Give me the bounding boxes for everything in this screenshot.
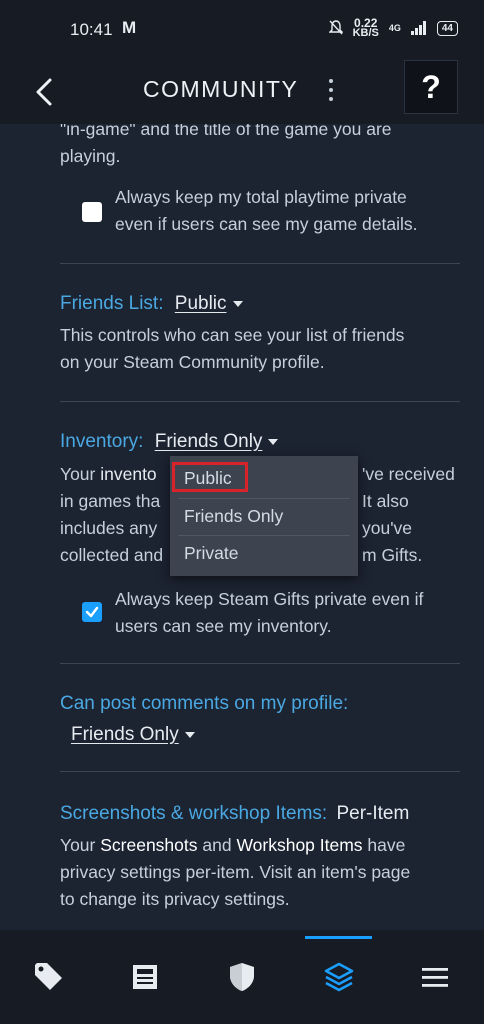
signal-icon: [410, 21, 426, 35]
game-details-desc: "in-game" and the title of the game you …: [60, 124, 392, 166]
back-arrow-icon[interactable]: [28, 72, 64, 112]
caret-down-icon: [232, 300, 243, 307]
screenshots-label: Screenshots & workshop Items:: [60, 803, 328, 824]
divider: [60, 663, 460, 664]
menu-option-private[interactable]: Private: [170, 535, 358, 571]
inventory-setting: Inventory: Friends Only: [60, 428, 279, 455]
app-header: COMMUNITY ?: [0, 60, 484, 124]
comments-label: Can post comments on my profile:: [60, 693, 349, 714]
status-bar: 10:41 M 0.22 KB/S 4G 44: [0, 0, 484, 60]
privacy-dropdown-menu: Public Friends Only Private: [170, 456, 358, 576]
network-speed: 0.22 KB/S: [352, 17, 379, 39]
screenshots-value: Per-Item: [336, 803, 410, 824]
gifts-private-label: Always keep Steam Gifts private even if …: [115, 589, 424, 636]
friends-list-dropdown[interactable]: Public: [175, 293, 243, 314]
inventory-label: Inventory:: [60, 431, 144, 452]
speed-unit: KB/S: [352, 27, 379, 39]
help-button[interactable]: ?: [404, 60, 458, 114]
caret-down-icon: [184, 731, 195, 738]
bottom-nav: [0, 930, 484, 1024]
caret-down-icon: [268, 438, 279, 445]
playtime-private-checkbox[interactable]: [82, 202, 102, 222]
friends-list-setting: Friends List: Public: [60, 290, 243, 317]
battery-indicator: 44: [436, 20, 458, 36]
playtime-private-label: Always keep my total playtime private ev…: [115, 187, 418, 234]
tag-icon[interactable]: [32, 960, 66, 994]
gifts-private-checkbox[interactable]: [82, 602, 102, 622]
bell-muted-icon: [328, 20, 343, 35]
news-icon[interactable]: [128, 960, 162, 994]
network-type: 4G: [388, 23, 401, 33]
screenshots-setting: Screenshots & workshop Items: Per-Item: [60, 800, 409, 827]
privacy-settings-content: "in-game" and the title of the game you …: [0, 124, 484, 930]
inventory-desc-left: Your invento in games tha includes any c…: [60, 464, 164, 565]
comments-setting: Can post comments on my profile: Friends…: [60, 690, 348, 748]
check-icon: [85, 606, 99, 618]
comments-dropdown[interactable]: Friends Only: [71, 721, 348, 748]
friends-list-label: Friends List:: [60, 293, 164, 314]
inventory-desc-right: 've received It also you've m Gifts.: [362, 464, 455, 565]
status-time: 10:41: [70, 20, 113, 39]
more-options-icon[interactable]: [322, 74, 340, 108]
screenshots-desc: Your Screenshots and Workshop Items have…: [60, 835, 411, 909]
active-tab-indicator: [305, 936, 372, 939]
menu-option-friends-only[interactable]: Friends Only: [170, 498, 358, 534]
inventory-dropdown[interactable]: Friends Only: [155, 431, 279, 452]
status-indicators: 0.22 KB/S 4G 44: [328, 17, 458, 39]
friends-list-desc: This controls who can see your list of f…: [60, 325, 405, 372]
divider: [60, 401, 460, 402]
layers-icon[interactable]: [322, 960, 356, 994]
divider: [60, 771, 460, 772]
highlight-box: [172, 462, 248, 492]
page-title: COMMUNITY: [143, 76, 299, 102]
shield-icon[interactable]: [225, 960, 259, 994]
gmail-icon: M: [122, 18, 137, 37]
menu-icon[interactable]: [418, 960, 452, 994]
divider: [60, 263, 460, 264]
